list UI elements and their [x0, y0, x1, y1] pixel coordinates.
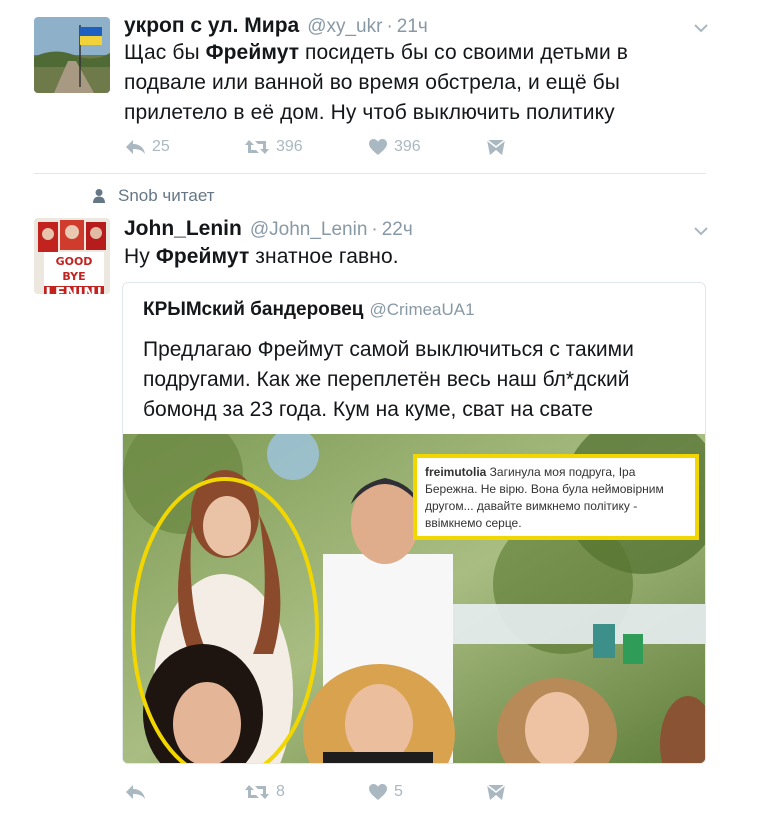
retweet-button[interactable]: 396	[244, 138, 303, 156]
retweet-icon	[245, 785, 269, 799]
reply-button[interactable]	[124, 783, 152, 801]
direct-message-button[interactable]	[486, 784, 506, 801]
direct-message-icon	[486, 784, 506, 800]
like-button[interactable]: 396	[368, 138, 421, 156]
like-count: 5	[394, 783, 403, 800]
quoted-photo[interactable]: freimutolia Загинула моя подруга, Іра Бе…	[123, 434, 705, 763]
direct-message-button[interactable]	[486, 139, 506, 156]
context-text: Snob читает	[118, 186, 215, 205]
photo-caption: freimutolia Загинула моя подруга, Іра Бе…	[413, 454, 699, 540]
tweet-text-part: знатное гавно.	[249, 245, 399, 268]
like-count: 396	[394, 138, 421, 155]
tweet-text-part: Щас бы	[124, 41, 206, 64]
heart-icon	[369, 784, 387, 800]
like-button[interactable]: 5	[368, 783, 403, 801]
retweet-icon	[245, 140, 269, 154]
separator: ·	[386, 16, 393, 37]
quoted-tweet[interactable]: КРЫМский бандеровец @CrimeaUA1 Предлагаю…	[122, 282, 706, 764]
reply-icon	[126, 140, 145, 154]
author-handle[interactable]: @John_Lenin	[250, 219, 368, 241]
chevron-down-icon[interactable]	[690, 220, 712, 242]
tweet-text-bold: Фреймут	[155, 245, 250, 268]
retweet-count: 396	[276, 138, 303, 155]
timestamp[interactable]: 21ч	[397, 16, 428, 38]
quoted-author-name[interactable]: КРЫМский бандеровец	[143, 299, 363, 321]
tweet-text: Ну Фреймут знатное гавно.	[124, 242, 684, 272]
retweet-count: 8	[276, 783, 285, 800]
reply-button[interactable]: 25	[124, 138, 170, 156]
author-name[interactable]: John_Lenin	[124, 217, 242, 241]
retweet-button[interactable]: 8	[244, 783, 285, 801]
timestamp[interactable]: 22ч	[382, 219, 413, 241]
tweet-text-part: Ну	[124, 245, 156, 268]
avatar[interactable]: GOOD BYE LENIN!	[34, 218, 110, 294]
goodbye-lenin-avatar	[34, 218, 110, 294]
separator: ·	[371, 219, 378, 240]
avatar-text-line2: LENIN!	[44, 286, 104, 294]
tweet-text-bold: Фреймут	[205, 41, 300, 64]
quoted-tweet-text: Предлагаю Фреймут самой выключиться с та…	[143, 338, 634, 421]
reply-count: 25	[152, 138, 170, 155]
quoted-author-handle[interactable]: @CrimeaUA1	[369, 300, 474, 320]
reply-icon	[126, 785, 145, 799]
heart-icon	[369, 139, 387, 155]
divider	[34, 173, 706, 174]
avatar[interactable]	[34, 17, 110, 93]
tweet-text: Щас бы Фреймут посидеть бы со своими дет…	[124, 38, 684, 128]
tweet-1[interactable]: укроп с ул. Мира @xy_ukr · 21ч Щас бы Фр…	[0, 0, 768, 172]
direct-message-icon	[486, 139, 506, 155]
author-name[interactable]: укроп с ул. Мира	[124, 14, 299, 38]
person-icon	[93, 189, 105, 203]
social-context[interactable]: Snob читает	[92, 186, 215, 206]
ukraine-flag-avatar	[34, 17, 110, 93]
avatar-text-line1: GOOD BYE	[55, 255, 93, 283]
author-handle[interactable]: @xy_ukr	[307, 16, 382, 38]
caption-username: freimutolia	[425, 465, 487, 479]
chevron-down-icon[interactable]	[690, 17, 712, 39]
